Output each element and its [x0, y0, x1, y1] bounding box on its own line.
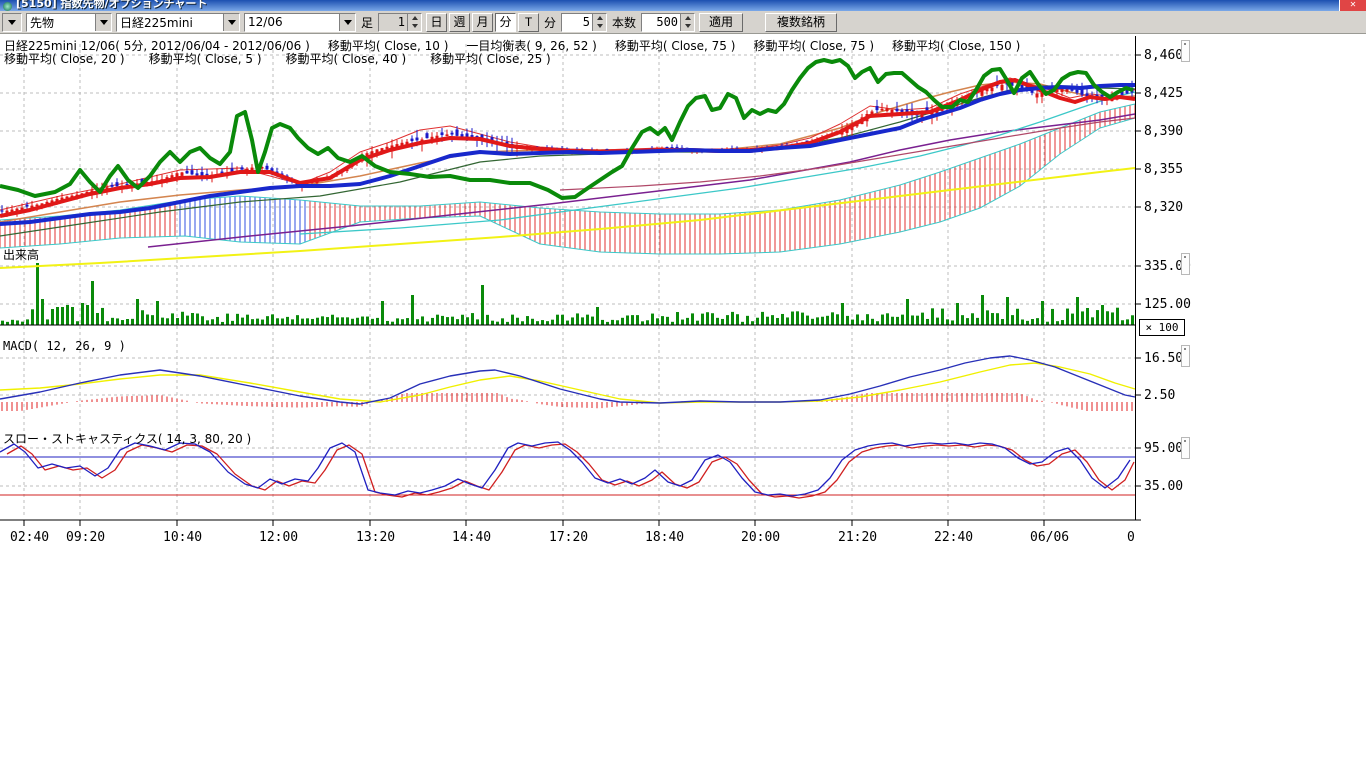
svg-text:16.50: 16.50 [1144, 351, 1183, 366]
stoch-pane-label: スロー・ストキャスティクス( 14, 3, 80, 20 ) [3, 430, 251, 447]
volume-bars [1, 263, 1134, 325]
macd-pane-handle[interactable] [1181, 345, 1190, 367]
macd-pane [0, 356, 1135, 411]
svg-text:95.00: 95.00 [1144, 441, 1183, 456]
svg-text:12:00: 12:00 [259, 530, 298, 545]
volume-multiplier-badge: × 100 [1139, 319, 1185, 336]
macd-pane-label: MACD( 12, 26, 9 ) [3, 339, 126, 353]
svg-text:8,425: 8,425 [1144, 86, 1183, 101]
svg-text:8,390: 8,390 [1144, 124, 1183, 139]
svg-text:02:40: 02:40 [10, 530, 49, 545]
volume-pane-label: 出来高 [3, 246, 39, 263]
indicator-label: 移動平均( Close, 75 ) [615, 37, 736, 54]
axis-labels: 8,4608,4258,3908,3558,320335.00125.0016.… [10, 48, 1191, 545]
svg-text:13:20: 13:20 [356, 530, 395, 545]
indicator-label: 移動平均( Close, 40 ) [286, 50, 407, 67]
stochastics-pane [0, 442, 1135, 498]
svg-text:14:40: 14:40 [452, 530, 491, 545]
svg-text:125.00: 125.00 [1144, 297, 1191, 312]
svg-text:17:20: 17:20 [549, 530, 588, 545]
indicator-label: 移動平均( Close, 150 ) [892, 37, 1020, 54]
svg-text:10:40: 10:40 [163, 530, 202, 545]
svg-text:8,460: 8,460 [1144, 48, 1183, 63]
svg-text:8,320: 8,320 [1144, 200, 1183, 215]
stoch-pane-handle[interactable] [1181, 437, 1190, 459]
svg-text:21:20: 21:20 [838, 530, 877, 545]
indicator-label: 移動平均( Close, 75 ) [753, 37, 874, 54]
svg-text:18:40: 18:40 [645, 530, 684, 545]
svg-text:35.00: 35.00 [1144, 479, 1183, 494]
svg-text:8,355: 8,355 [1144, 162, 1183, 177]
indicator-label: 移動平均( Close, 20 ) [4, 50, 125, 67]
volume-pane-handle[interactable] [1181, 253, 1190, 275]
price-pane-handle[interactable] [1181, 40, 1190, 62]
app-window: [5150] 指数先物/オプションチャート ✕ 先物 日経225mini 12/… [0, 0, 1366, 768]
svg-text:0: 0 [1127, 530, 1135, 545]
chart-canvas: 8,4608,4258,3908,3558,320335.00125.0016.… [0, 0, 1366, 768]
indicator-label: 移動平均( Close, 5 ) [149, 50, 262, 67]
svg-text:06/06: 06/06 [1030, 530, 1069, 545]
indicator-header-line2: 移動平均( Close, 20 ) 移動平均( Close, 5 ) 移動平均( C… [4, 50, 551, 67]
svg-text:2.50: 2.50 [1144, 388, 1175, 403]
svg-text:20:00: 20:00 [741, 530, 780, 545]
indicator-label: 移動平均( Close, 25 ) [430, 50, 551, 67]
svg-text:22:40: 22:40 [934, 530, 973, 545]
svg-text:09:20: 09:20 [66, 530, 105, 545]
